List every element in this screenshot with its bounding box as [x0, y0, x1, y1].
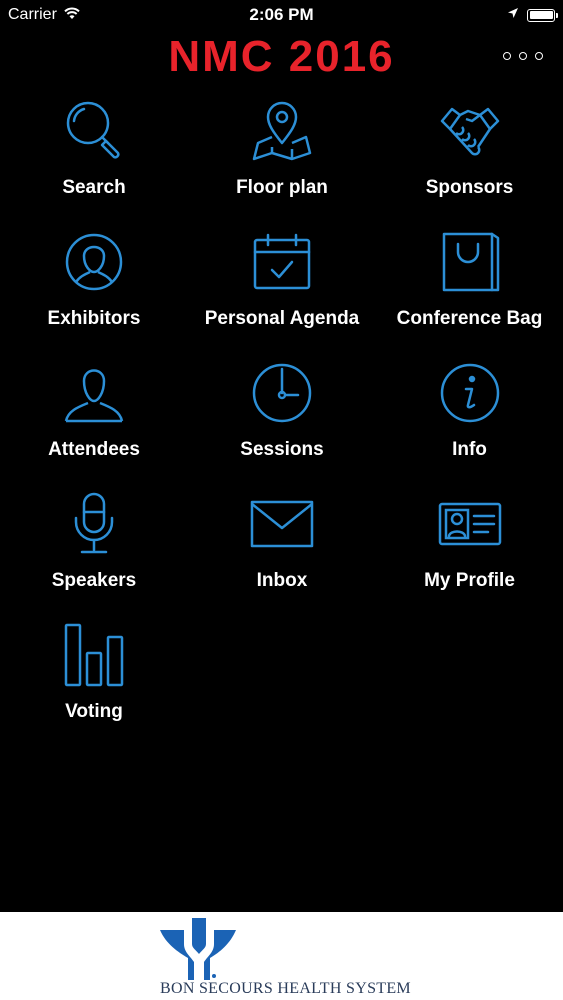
menu-item-info[interactable]: Info	[376, 357, 563, 488]
menu-item-sponsors[interactable]: Sponsors	[376, 95, 563, 226]
menu-item-label: Sponsors	[425, 177, 514, 198]
menu-item-label: Speakers	[51, 570, 137, 591]
info-icon	[438, 357, 502, 429]
more-button[interactable]	[503, 46, 543, 66]
menu-item-label: Exhibitors	[47, 308, 141, 329]
menu-grid: Search Floor plan Sponsors Exhibitors Pe…	[0, 95, 563, 750]
map-pin-icon	[250, 95, 314, 167]
more-dots-icon	[503, 52, 511, 60]
person-icon	[62, 357, 126, 429]
menu-item-label: Floor plan	[236, 177, 328, 198]
bag-icon	[438, 226, 502, 298]
bar-chart-icon	[62, 619, 126, 691]
search-icon	[62, 95, 126, 167]
footer-brand-text: BON SECOURS HEALTH SYSTEM	[160, 980, 411, 997]
status-bar: Carrier 2:06 PM	[0, 0, 563, 30]
menu-item-my-profile[interactable]: My Profile	[376, 488, 563, 619]
id-card-icon	[438, 488, 502, 560]
menu-item-label: Inbox	[256, 570, 308, 591]
menu-item-label: Attendees	[48, 439, 140, 460]
microphone-icon	[62, 488, 126, 560]
menu-item-voting[interactable]: Voting	[0, 619, 188, 750]
handshake-icon	[438, 95, 502, 167]
menu-item-label: Sessions	[240, 439, 324, 460]
more-dot	[535, 52, 543, 60]
menu-item-floor-plan[interactable]: Floor plan	[188, 95, 376, 226]
menu-item-label: Personal Agenda	[204, 308, 360, 329]
menu-item-search[interactable]: Search	[0, 95, 188, 226]
menu-item-label: My Profile	[424, 570, 515, 591]
menu-item-sessions[interactable]: Sessions	[188, 357, 376, 488]
battery-icon	[527, 8, 558, 22]
menu-item-inbox[interactable]: Inbox	[188, 488, 376, 619]
menu-item-label: Search	[62, 177, 126, 198]
footer-banner[interactable]: BON SECOURS HEALTH SYSTEM	[0, 912, 563, 1000]
exhibitor-icon	[62, 226, 126, 298]
menu-item-label: Info	[452, 439, 487, 460]
menu-item-attendees[interactable]: Attendees	[0, 357, 188, 488]
menu-item-conference-bag[interactable]: Conference Bag	[376, 226, 563, 357]
status-time: 2:06 PM	[249, 5, 314, 24]
more-dot	[519, 52, 527, 60]
menu-item-speakers[interactable]: Speakers	[0, 488, 188, 619]
envelope-icon	[250, 488, 314, 560]
bon-secours-logo	[160, 918, 240, 984]
clock-icon	[250, 357, 314, 429]
menu-item-exhibitors[interactable]: Exhibitors	[0, 226, 188, 357]
calendar-check-icon	[250, 226, 314, 298]
menu-item-label: Conference Bag	[396, 308, 543, 329]
app-title: NMC 2016	[168, 32, 395, 81]
menu-item-label: Voting	[65, 701, 123, 722]
menu-item-personal-agenda[interactable]: Personal Agenda	[188, 226, 376, 357]
